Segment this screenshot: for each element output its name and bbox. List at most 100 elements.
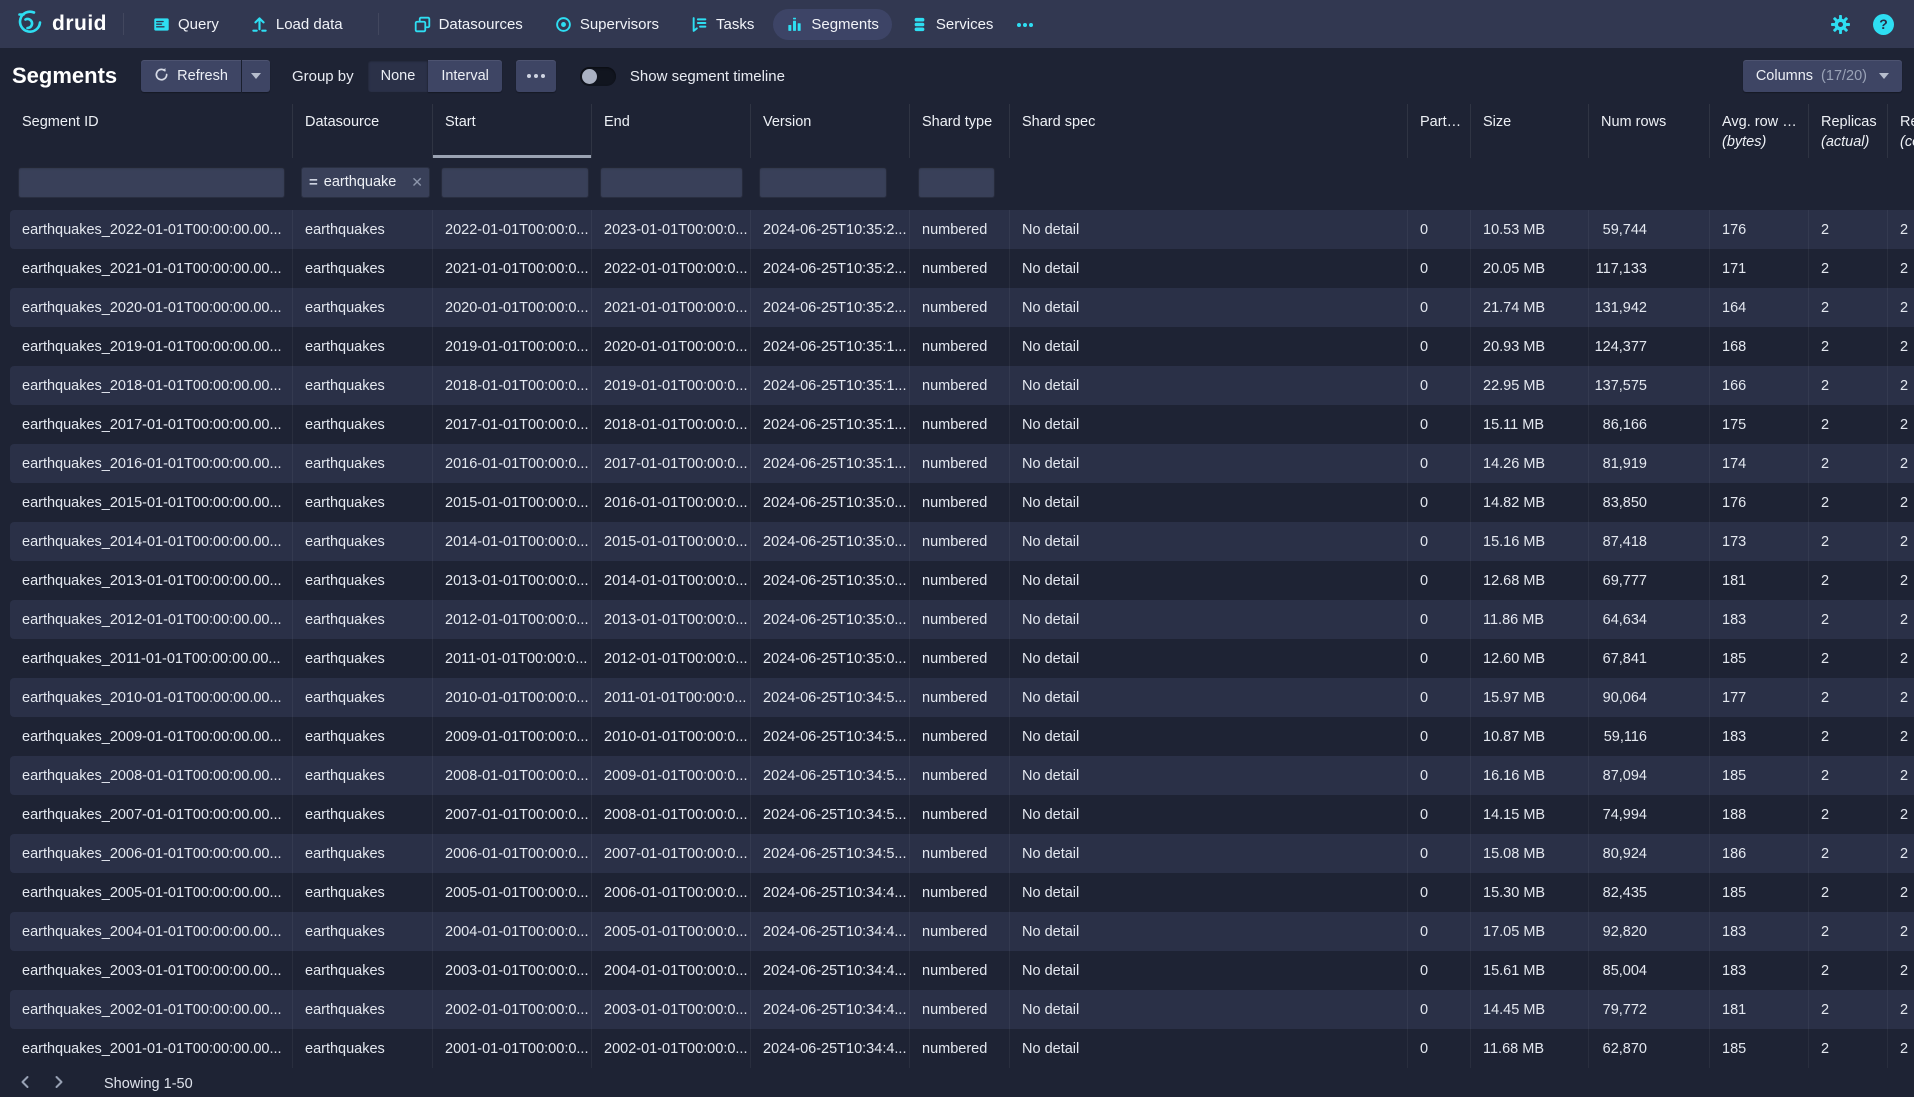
cell-replicas: 2 [1809,288,1888,327]
end-filter-input[interactable] [600,167,743,198]
column-header-version[interactable]: Version [751,104,910,158]
settings-gear-icon[interactable] [1830,14,1851,35]
shard_type-filter-input[interactable] [918,167,995,198]
prev-page-button[interactable] [10,1072,40,1096]
nav-item-segments[interactable]: Segments [773,9,892,40]
nav-item-load-data[interactable]: Load data [238,9,356,40]
table-row[interactable]: earthquakes_2014-01-01T00:00:00.00...ear… [10,522,1914,561]
cell-id: earthquakes_2001-01-01T00:00:00.00... [10,1029,293,1068]
column-header-start[interactable]: Start [433,104,592,158]
cell-shard_spec: No detail [1010,1029,1408,1068]
datasource-filter-chip[interactable]: =earthquake✕ [301,167,430,198]
column-header-partition[interactable]: Partition [1408,104,1471,158]
nav-item-datasources[interactable]: Datasources [401,9,536,40]
id-filter-input[interactable] [18,167,285,198]
cell-replicas: 2 [1809,756,1888,795]
table-row[interactable]: earthquakes_2005-01-01T00:00:00.00...ear… [10,873,1914,912]
cell-num_rows: 59,116 [1589,717,1710,756]
column-header-id[interactable]: Segment ID [10,104,293,158]
nav-item-services[interactable]: Services [898,9,1007,40]
version-filter-input[interactable] [759,167,887,198]
table-row[interactable]: earthquakes_2017-01-01T00:00:00.00...ear… [10,405,1914,444]
table-row[interactable]: earthquakes_2021-01-01T00:00:00.00...ear… [10,249,1914,288]
cell-partition: 0 [1408,1029,1471,1068]
remove-filter-icon[interactable]: ✕ [408,174,426,191]
nav-overflow-button[interactable] [1006,8,1044,40]
cell-rf: 2 [1888,1029,1914,1068]
table-row[interactable]: earthquakes_2002-01-01T00:00:00.00...ear… [10,990,1914,1029]
cell-replicas: 2 [1809,1029,1888,1068]
cell-end: 2020-01-01T00:00:0... [592,327,751,366]
table-row[interactable]: earthquakes_2011-01-01T00:00:00.00...ear… [10,639,1914,678]
cell-replicas: 2 [1809,561,1888,600]
cell-shard_type: numbered [910,405,1010,444]
table-row[interactable]: earthquakes_2019-01-01T00:00:00.00...ear… [10,327,1914,366]
column-header-rf[interactable]: Replication factor(configured) [1888,104,1914,158]
next-page-button[interactable] [44,1072,74,1096]
cell-partition: 0 [1408,717,1471,756]
column-header-shard_type[interactable]: Shard type [910,104,1010,158]
cell-partition: 0 [1408,366,1471,405]
group-by-none-button[interactable]: None [368,60,429,92]
nav-item-supervisors[interactable]: Supervisors [542,9,672,40]
table-row[interactable]: earthquakes_2015-01-01T00:00:00.00...ear… [10,483,1914,522]
column-header-replicas[interactable]: Replicas(actual) [1809,104,1888,158]
cell-num_rows: 92,820 [1589,912,1710,951]
column-header-label: Shard type [922,113,1009,133]
druid-logo[interactable]: druid [14,7,107,42]
segment-timeline-toggle[interactable] [580,67,616,86]
table-row[interactable]: earthquakes_2001-01-01T00:00:00.00...ear… [10,1029,1914,1068]
table-row[interactable]: earthquakes_2004-01-01T00:00:00.00...ear… [10,912,1914,951]
column-header-end[interactable]: End [592,104,751,158]
table-row[interactable]: earthquakes_2008-01-01T00:00:00.00...ear… [10,756,1914,795]
nav-item-query[interactable]: Query [140,9,232,40]
query-icon [153,16,170,33]
cell-version: 2024-06-25T10:34:5... [751,756,910,795]
column-header-size[interactable]: Size [1471,104,1589,158]
cell-num_rows: 67,841 [1589,639,1710,678]
column-header-shard_spec[interactable]: Shard spec [1010,104,1408,158]
start-filter-input[interactable] [441,167,589,198]
cell-ds: earthquakes [293,522,433,561]
cell-end: 2004-01-01T00:00:0... [592,951,751,990]
help-icon[interactable]: ? [1873,14,1894,35]
cell-end: 2007-01-01T00:00:0... [592,834,751,873]
cell-partition: 0 [1408,210,1471,249]
group-by-interval-button[interactable]: Interval [428,60,502,92]
cell-end: 2017-01-01T00:00:0... [592,444,751,483]
table-row[interactable]: earthquakes_2018-01-01T00:00:00.00...ear… [10,366,1914,405]
column-header-ds[interactable]: Datasource [293,104,433,158]
cell-version: 2024-06-25T10:35:0... [751,639,910,678]
nav-item-tasks[interactable]: Tasks [678,9,767,40]
table-row[interactable]: earthquakes_2007-01-01T00:00:00.00...ear… [10,795,1914,834]
cell-shard_type: numbered [910,327,1010,366]
table-row[interactable]: earthquakes_2012-01-01T00:00:00.00...ear… [10,600,1914,639]
column-header-label: Start [445,113,591,133]
columns-button[interactable]: Columns (17/20) [1743,60,1902,92]
cell-start: 2016-01-01T00:00:0... [433,444,592,483]
refresh-split-button: Refresh [141,60,270,92]
table-row[interactable]: earthquakes_2010-01-01T00:00:00.00...ear… [10,678,1914,717]
cell-version: 2024-06-25T10:34:5... [751,678,910,717]
refresh-dropdown-button[interactable] [242,60,270,92]
table-row[interactable]: earthquakes_2009-01-01T00:00:00.00...ear… [10,717,1914,756]
table-row[interactable]: earthquakes_2013-01-01T00:00:00.00...ear… [10,561,1914,600]
cell-version: 2024-06-25T10:35:1... [751,444,910,483]
table-row[interactable]: earthquakes_2003-01-01T00:00:00.00...ear… [10,951,1914,990]
cell-avg: 181 [1710,990,1809,1029]
equals-filter-icon: = [309,174,318,191]
cell-partition: 0 [1408,639,1471,678]
cell-shard_type: numbered [910,990,1010,1029]
cell-ds: earthquakes [293,912,433,951]
more-options-button[interactable] [516,60,556,92]
column-header-num_rows[interactable]: Num rows [1589,104,1710,158]
table-row[interactable]: earthquakes_2016-01-01T00:00:00.00...ear… [10,444,1914,483]
refresh-button[interactable]: Refresh [141,60,241,92]
table-row[interactable]: earthquakes_2020-01-01T00:00:00.00...ear… [10,288,1914,327]
cell-version: 2024-06-25T10:35:2... [751,210,910,249]
cell-partition: 0 [1408,990,1471,1029]
column-header-avg[interactable]: Avg. row size(bytes) [1710,104,1809,158]
table-row[interactable]: earthquakes_2006-01-01T00:00:00.00...ear… [10,834,1914,873]
cell-shard_type: numbered [910,1029,1010,1068]
table-row[interactable]: earthquakes_2022-01-01T00:00:00.00...ear… [10,210,1914,249]
